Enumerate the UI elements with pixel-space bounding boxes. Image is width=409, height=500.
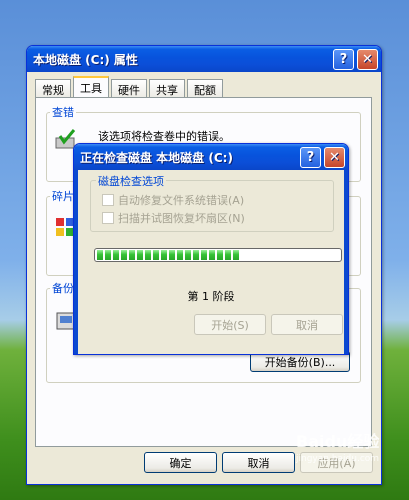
dialog-help-icon[interactable]: ? (300, 146, 321, 168)
stage-text: 第 1 阶段 (187, 290, 235, 303)
progress-segment (137, 250, 143, 260)
window-title-bar[interactable]: 本地磁盘 (C:) 属性 ? ✕ (27, 46, 381, 72)
progress-segment (161, 250, 167, 260)
tab-general[interactable]: 常规 (35, 79, 71, 97)
progress-segment (177, 250, 183, 260)
progress-segment (201, 250, 207, 260)
check-progress-bar (94, 248, 342, 262)
progress-segment (129, 250, 135, 260)
watermark-url: jingyan.baidu.com (296, 454, 380, 464)
progress-segment (217, 250, 223, 260)
scan-sectors-option[interactable]: 扫描并试图恢复坏扇区(N) (102, 210, 245, 226)
scan-sectors-label: 扫描并试图恢复坏扇区(N) (118, 212, 245, 225)
tab-sharing[interactable]: 共享 (149, 79, 185, 97)
check-disk-dialog: 正在检查磁盘 本地磁盘 (C:) ? ✕ 磁盘检查选项 自动修复文件系统错误(A… (73, 143, 349, 355)
progress-segment (121, 250, 127, 260)
tab-tools[interactable]: 工具 (73, 76, 109, 97)
progress-segment (169, 250, 175, 260)
progress-segment (225, 250, 231, 260)
check-options-label: 磁盘检查选项 (96, 173, 166, 189)
error-check-description: 该选项将检查卷中的错误。 (98, 130, 230, 143)
tab-strip: 常规 工具 硬件 共享 配额 (35, 76, 225, 97)
watermark-text: Baidu经验 (296, 432, 380, 451)
tab-hardware[interactable]: 硬件 (111, 79, 147, 97)
start-button[interactable]: 开始(S) (194, 314, 266, 335)
progress-segment (153, 250, 159, 260)
tab-quota[interactable]: 配额 (187, 79, 223, 97)
dialog-title: 正在检查磁盘 本地磁盘 (C:) (80, 150, 233, 165)
dialog-close-icon[interactable]: ✕ (324, 146, 345, 168)
progress-segment (233, 250, 239, 260)
help-icon[interactable]: ? (333, 48, 354, 70)
progress-segment (105, 250, 111, 260)
cancel-button[interactable]: 取消 (222, 452, 295, 473)
progress-segment (145, 250, 151, 260)
progress-segment (209, 250, 215, 260)
ok-button[interactable]: 确定 (144, 452, 217, 473)
dialog-body: 磁盘检查选项 自动修复文件系统错误(A) 扫描并试图恢复坏扇区(N) 第 1 阶… (78, 170, 344, 350)
close-icon[interactable]: ✕ (357, 48, 378, 70)
window-title: 本地磁盘 (C:) 属性 (33, 52, 138, 67)
fix-errors-checkbox[interactable] (102, 194, 114, 206)
progress-segment (185, 250, 191, 260)
error-check-group-label: 查错 (50, 104, 76, 120)
progress-segment (193, 250, 199, 260)
progress-segment (97, 250, 103, 260)
fix-errors-label: 自动修复文件系统错误(A) (118, 194, 245, 207)
dialog-cancel-button[interactable]: 取消 (271, 314, 343, 335)
dialog-frame-right (344, 170, 348, 354)
scan-sectors-checkbox[interactable] (102, 212, 114, 224)
dialog-title-bar[interactable]: 正在检查磁盘 本地磁盘 (C:) ? ✕ (74, 144, 348, 170)
progress-segment (113, 250, 119, 260)
fix-errors-option[interactable]: 自动修复文件系统错误(A) (102, 192, 244, 208)
